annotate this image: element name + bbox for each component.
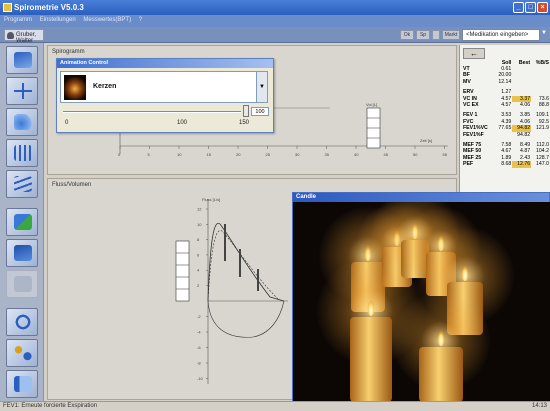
tool-disabled-button[interactable] [6,270,38,298]
soll-value: 8.68 [501,161,512,168]
tool-spirometry-button[interactable] [6,46,38,74]
spiro-x-tick-label: 55 [443,152,448,157]
menu-help[interactable]: ? [139,17,142,23]
flow-y-tick-label: 4 [197,268,200,273]
maximize-button[interactable]: □ [525,2,536,13]
slider-tick-label: 150 [239,120,250,126]
spiro-x-tick-label: 45 [384,152,389,157]
status-text: FEV1: Erneute forcierte Exspiration [3,403,98,409]
medication-select[interactable]: <Medikation eingeben> [462,29,540,41]
medication-dropdown-icon[interactable]: ▼ [540,30,548,40]
disabled-icon [14,276,32,292]
animation-control-window: Animation Control Kerzen ▼ 100 0 100 150 [56,58,274,133]
spiro-x-tick-label: 40 [354,152,359,157]
refresh-icon [14,314,32,330]
close-button[interactable]: × [537,2,548,13]
flow-y-tick-label: -4 [197,330,201,335]
table-row: PEF 8.68 12.76 147.0 [462,161,550,168]
user-bar: Gruber, Walter Ok Sp Markt <Medikation e… [0,27,550,44]
left-toolbar [0,43,44,401]
network-icon [14,345,32,361]
menu-einstellungen[interactable]: Einstellungen [40,17,76,23]
document-icon [14,376,32,392]
tool-wave-button[interactable] [6,170,38,198]
menu-programm[interactable]: Programm [4,17,32,23]
minimize-button[interactable]: _ [513,2,524,13]
toolbar-markt-button[interactable]: Markt [442,30,460,40]
grid-icon [14,145,32,161]
flow-y-tick-label: 8 [197,237,200,242]
animation-selected-name: Kerzen [93,83,117,90]
best-value: 12.76 [512,161,532,168]
animation-slider-thumb[interactable] [243,105,249,117]
tool-book-button[interactable] [6,239,38,267]
user-button[interactable]: Gruber, Walter [4,29,44,44]
spiro-x-tick-label: 0 [118,152,121,157]
animation-slider-value[interactable]: 100 [251,107,269,116]
animation-slider-track[interactable] [63,111,241,113]
status-bar: FEV1: Erneute forcierte Exspiration 14:1… [0,401,550,411]
flow-y-tick-label: 6 [197,252,200,257]
candle-thumbnail-icon [64,75,86,100]
flow-y-label: Fluss [L/s] [202,197,220,202]
candle-window-caption: Candle [293,193,549,202]
spirometer-icon [14,52,32,68]
param-name: PEF [463,161,474,168]
tool-network-button[interactable] [6,339,38,367]
pct-value: 147.0 [536,161,549,168]
lung-icon [14,114,32,130]
tool-grid-button[interactable] [6,139,38,167]
animation-select[interactable]: Kerzen ▼ [60,71,268,103]
tool-document-button[interactable] [6,370,38,398]
table-row: FEV1%VC 77.65 94.82 121.9 [462,125,550,132]
window-title: Spirometrie V5.0.3 [14,3,84,12]
slider-tick-label: 0 [65,120,69,126]
tool-lung-button[interactable] [6,108,38,136]
slider-tick-label: 100 [177,120,188,126]
crosshair-icon [14,83,32,99]
spiro-x-tick-label: 5 [148,152,151,157]
spiro-x-tick-label: 35 [325,152,330,157]
table-row: MEF 50 4.67 4.87 104.2 [462,148,550,154]
spiro-x-tick-label: 50 [413,152,418,157]
results-table: Soll Best %B/S VT 0.61 BF 20.00 MV 12.14 ERV 1.… [462,60,550,168]
flow-y-tick-label: -8 [197,361,201,366]
app-icon [3,3,12,12]
flow-y-tick-label: 2 [197,283,200,288]
flow-y-tick-label: -10 [197,376,204,381]
book-icon [14,245,32,261]
candle-image [293,202,550,402]
flow-y-tick-label: -2 [197,314,201,319]
animation-dropdown-icon[interactable]: ▼ [256,72,267,102]
table-row: FEV 1 3.53 3.85 109.1 [462,112,550,118]
title-bar: Spirometrie V5.0.3 _ □ × [0,0,550,15]
tool-curve-button[interactable] [6,77,38,105]
spiro-x-tick-label: 30 [295,152,300,157]
spiro-volume-label: Vol [L] [366,102,377,107]
spiro-x-tick-label: 15 [207,152,212,157]
toolbar-ok-button[interactable]: Ok [400,30,414,40]
menu-messwerte[interactable]: Messwertes(BPT) [83,17,131,23]
menu-bar: Programm Einstellungen Messwertes(BPT) ? [0,15,550,27]
spiro-x-tick-label: 10 [177,152,182,157]
tool-check-button[interactable] [6,208,38,236]
tool-refresh-button[interactable] [6,308,38,336]
status-clock: 14:13 [531,403,547,409]
candle-video-window: Candle [292,192,550,402]
checklist-icon [14,214,32,230]
toolbar-small-button[interactable] [432,30,440,40]
animation-control-caption: Animation Control [57,59,273,68]
wave-icon [14,176,32,192]
spiro-x-tick-label: 25 [266,152,271,157]
flow-y-tick-label: -6 [197,345,201,350]
toolbar-sp-button[interactable]: Sp [416,30,430,40]
user-icon [7,32,14,39]
flow-y-tick-label: 10 [197,222,202,227]
back-arrow-button[interactable]: ← [463,48,485,59]
flow-y-tick-label: 12 [197,207,202,212]
spiro-x-tick-label: 20 [236,152,241,157]
spiro-axis-label: Zeit [s] [420,138,432,143]
